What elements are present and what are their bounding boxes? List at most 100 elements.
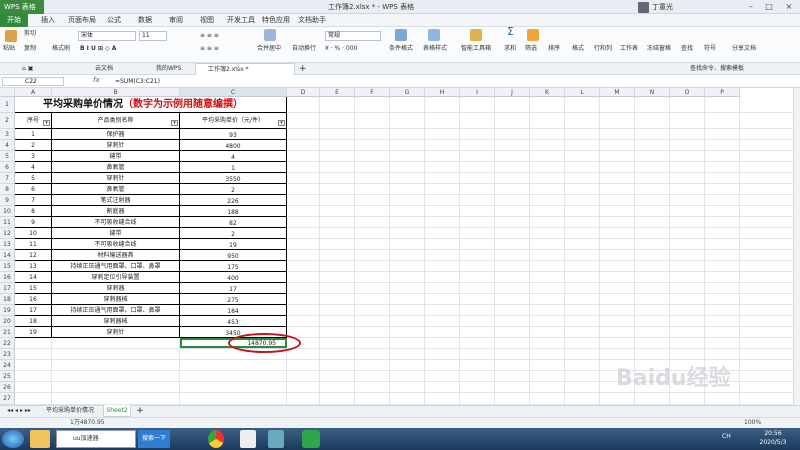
row-header[interactable]: 26 xyxy=(0,382,15,393)
table-cell[interactable]: 950 xyxy=(180,250,287,261)
column-header-d[interactable]: D xyxy=(287,88,320,97)
table-header-2[interactable]: 产品类别名称 ▾ xyxy=(52,113,180,129)
table-style-icon[interactable] xyxy=(428,29,440,41)
wps-taskbar-icon[interactable] xyxy=(302,430,320,448)
table-cell[interactable]: 93 xyxy=(180,129,287,140)
merge-icon[interactable] xyxy=(264,29,276,41)
sum-icon[interactable]: Σ xyxy=(507,26,514,37)
sum-button[interactable]: 求和 xyxy=(504,45,516,53)
filter-dropdown-icon[interactable]: ▾ xyxy=(278,120,285,126)
home-icon[interactable]: ⌂ ▣ xyxy=(22,63,33,75)
menu-doc-assistant[interactable]: 文档助手 xyxy=(296,14,328,27)
sheet-nav-icon[interactable]: ◂◂ ◂ ▸ ▸▸ xyxy=(4,405,34,417)
menu-developer[interactable]: 开发工具 xyxy=(226,14,256,27)
row-header[interactable]: 17 xyxy=(0,283,15,294)
row-header[interactable]: 13 xyxy=(0,239,15,250)
filter-dropdown-icon[interactable]: ▾ xyxy=(43,120,50,126)
table-header-3[interactable]: 平均采购单价（元/件） ▾ xyxy=(180,113,287,129)
column-header-p[interactable]: P xyxy=(705,88,740,97)
table-cell[interactable]: 不可吸收缝合线 xyxy=(52,239,180,250)
add-sheet-icon[interactable]: + xyxy=(134,405,146,417)
table-header-1[interactable]: 序号 ▾ xyxy=(15,113,52,129)
taskbar-app-icon[interactable] xyxy=(240,430,256,448)
paste-label[interactable]: 粘贴 xyxy=(3,45,15,53)
merge-button[interactable]: 合并居中 xyxy=(257,45,281,53)
sort-button[interactable]: 排序 xyxy=(548,45,560,53)
table-cell[interactable]: 188 xyxy=(180,206,287,217)
sheet-title[interactable]: 平均采购单价情况（数字为示例用随意编撰） xyxy=(15,97,287,113)
number-format-select[interactable]: 常规 xyxy=(325,31,381,41)
table-cell[interactable]: 持续正压通气用面罩、口罩、鼻罩 xyxy=(52,261,180,272)
sheet-tab-1[interactable]: 平均采购单价情况 xyxy=(38,405,102,417)
menu-page-layout[interactable]: 页面布局 xyxy=(64,14,100,27)
tab-my-wps[interactable]: 我的WPS xyxy=(156,63,181,75)
column-header-j[interactable]: J xyxy=(495,88,530,97)
table-cell[interactable]: 4800 xyxy=(180,140,287,151)
column-header-o[interactable]: O xyxy=(670,88,705,97)
row-header[interactable]: 27 xyxy=(0,393,15,405)
row-header[interactable]: 23 xyxy=(0,349,15,360)
row-header[interactable]: 14 xyxy=(0,250,15,261)
row-header[interactable]: 18 xyxy=(0,294,15,305)
table-cell[interactable]: 笔式注射器 xyxy=(52,195,180,206)
table-cell[interactable]: 2 xyxy=(15,140,52,151)
table-cell[interactable]: 3550 xyxy=(180,173,287,184)
filter-dropdown-icon[interactable]: ▾ xyxy=(171,120,178,126)
column-header-c[interactable]: C xyxy=(180,88,287,97)
copy-button[interactable]: 复制 xyxy=(24,45,36,53)
input-lang[interactable]: CH xyxy=(722,433,731,440)
table-cell[interactable]: 割庭器 xyxy=(52,206,180,217)
table-cell[interactable]: 穿刺器械 xyxy=(52,316,180,327)
maximize-icon[interactable]: □ xyxy=(762,0,776,14)
taskbar-uu-accelerator[interactable]: uu加速器 xyxy=(56,430,136,448)
column-header-m[interactable]: M xyxy=(600,88,635,97)
table-cell[interactable]: 穿刺针 xyxy=(52,140,180,151)
row-header[interactable]: 19 xyxy=(0,305,15,316)
row-header[interactable]: 4 xyxy=(0,140,15,151)
wrap-button[interactable]: 自动换行 xyxy=(292,45,316,53)
cond-format-button[interactable]: 条件格式 xyxy=(389,45,413,53)
avatar[interactable] xyxy=(638,2,649,13)
table-cell[interactable]: 17 xyxy=(15,305,52,316)
clock-date[interactable]: 2020/5/3 xyxy=(750,439,796,446)
table-cell[interactable]: 保护器 xyxy=(52,129,180,140)
table-cell[interactable]: 12 xyxy=(15,250,52,261)
tab-cloud-docs[interactable]: 云文档 xyxy=(95,63,113,75)
table-cell[interactable]: 材料输送器具 xyxy=(52,250,180,261)
search-commands[interactable]: 查找命令、搜索模板 xyxy=(690,63,744,75)
table-cell[interactable]: 穿刺针 xyxy=(52,327,180,338)
menu-review[interactable]: 审阅 xyxy=(165,14,187,27)
table-cell[interactable]: 2 xyxy=(180,184,287,195)
table-cell[interactable]: 11 xyxy=(15,239,52,250)
smart-toolbox-button[interactable]: 智能工具箱 xyxy=(461,45,491,53)
table-cell[interactable]: 穿刺器械 xyxy=(52,294,180,305)
table-cell[interactable]: 4 xyxy=(15,162,52,173)
row-header[interactable]: 21 xyxy=(0,327,15,338)
row-header[interactable]: 2 xyxy=(0,113,15,129)
rowcol-button[interactable]: 行和列 xyxy=(594,45,612,53)
table-cell[interactable]: 8 xyxy=(15,206,52,217)
table-cell[interactable]: 17 xyxy=(180,283,287,294)
minimize-icon[interactable]: – xyxy=(744,0,758,14)
table-cell[interactable]: 1 xyxy=(15,129,52,140)
column-header-l[interactable]: L xyxy=(565,88,600,97)
table-cell[interactable]: 10 xyxy=(15,228,52,239)
smart-toolbox-icon[interactable] xyxy=(470,29,482,41)
table-cell[interactable]: 15 xyxy=(15,283,52,294)
table-cell[interactable]: 175 xyxy=(180,261,287,272)
menu-view[interactable]: 视图 xyxy=(196,14,218,27)
row-header[interactable]: 6 xyxy=(0,162,15,173)
new-tab-button[interactable]: + xyxy=(299,63,307,75)
table-cell[interactable]: 持续正压通气用面罩、口罩、鼻罩 xyxy=(52,305,180,316)
menu-insert[interactable]: 插入 xyxy=(36,14,60,27)
table-cell[interactable]: 9 xyxy=(15,217,52,228)
clock-time[interactable]: 20:56 xyxy=(750,430,796,437)
row-header[interactable]: 16 xyxy=(0,272,15,283)
menu-home[interactable]: 开始 xyxy=(0,14,28,27)
paste-icon[interactable] xyxy=(5,30,17,42)
currency-icon[interactable]: ¥ · % · 000 xyxy=(325,45,357,53)
freeze-button[interactable]: 冻结窗格 xyxy=(647,45,671,53)
select-all-corner[interactable] xyxy=(0,88,15,97)
row-header[interactable]: 3 xyxy=(0,129,15,140)
table-cell[interactable]: 5 xyxy=(15,173,52,184)
